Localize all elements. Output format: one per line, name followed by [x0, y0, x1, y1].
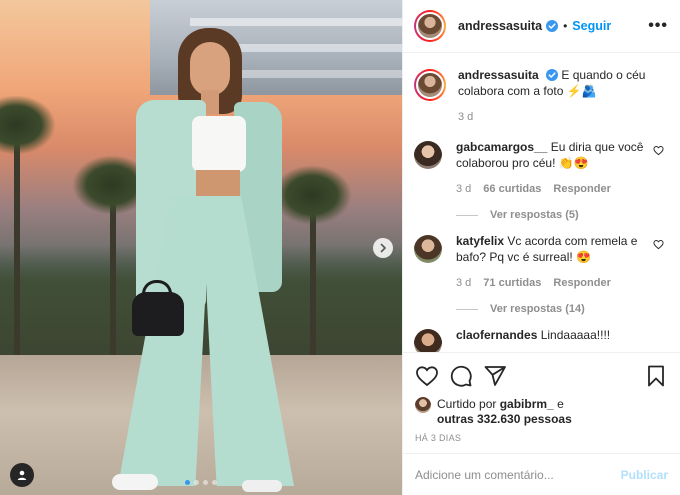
liked-prefix: Curtido por [437, 397, 497, 411]
tagged-users-button[interactable] [10, 463, 34, 487]
caption-time[interactable]: 3 d [458, 109, 473, 125]
verified-badge-icon [546, 20, 559, 32]
comment-username[interactable]: gabcamargos__ [456, 140, 547, 154]
liked-by: Curtido por gabibrm_ e outras 332.630 pe… [415, 397, 668, 427]
author-avatar[interactable] [414, 10, 446, 42]
post-date[interactable]: HÁ 3 DIAS [415, 433, 668, 443]
comment-icon[interactable] [449, 364, 473, 388]
carousel-dot [212, 480, 217, 485]
header-separator: • [563, 19, 568, 33]
handbag [132, 292, 184, 336]
palm-tree [272, 165, 352, 375]
reply-button[interactable]: Responder [553, 181, 610, 197]
share-icon[interactable] [483, 364, 507, 388]
post-actions: Curtido por gabibrm_ e outras 332.630 pe… [403, 352, 680, 495]
liked-and: e [557, 397, 564, 411]
comment: katyfelix Vc acorda com remela e bafo? P… [414, 233, 664, 291]
verified-badge-icon [546, 69, 559, 81]
save-bookmark-icon[interactable] [644, 364, 668, 388]
caption: andressasuita E quando o céu colabora co… [414, 67, 664, 125]
publish-button[interactable]: Publicar [621, 468, 668, 482]
view-replies-label: Ver respostas (5) [490, 209, 579, 221]
carousel-dot [185, 480, 190, 485]
follow-button[interactable]: Seguir [572, 19, 611, 33]
carousel-dot [194, 480, 199, 485]
post-header: andressasuita • Seguir ••• [403, 0, 680, 53]
carousel-next-button[interactable] [373, 238, 393, 258]
author-username[interactable]: andressasuita [458, 19, 542, 33]
caption-username[interactable]: andressasuita [458, 68, 539, 82]
like-heart-icon[interactable] [415, 364, 439, 388]
carousel-indicator [185, 480, 217, 485]
view-replies-button[interactable]: Ver respostas (14) [456, 303, 664, 315]
heart-icon[interactable] [653, 145, 664, 156]
comment-username[interactable]: katyfelix [456, 234, 504, 248]
add-comment-bar: Publicar [403, 453, 680, 495]
view-replies-label: Ver respostas (14) [490, 303, 585, 315]
heart-icon[interactable] [653, 239, 664, 250]
model-figure [110, 28, 300, 493]
comment-likes[interactable]: 66 curtidas [483, 181, 541, 197]
comment-avatar[interactable] [414, 235, 442, 263]
liked-user[interactable]: gabibrm_ [500, 397, 554, 411]
comment-username[interactable]: claofernandes [456, 328, 537, 342]
comment-time[interactable]: 3 d [456, 275, 471, 291]
liker-avatar[interactable] [415, 397, 431, 413]
post-photo[interactable] [0, 0, 402, 495]
comment: claofernandes Lindaaaaa!!!! [414, 327, 664, 352]
comment-avatar[interactable] [414, 329, 442, 352]
instagram-post: andressasuita • Seguir ••• andressasuita [0, 0, 680, 495]
comment-likes[interactable]: 71 curtidas [483, 275, 541, 291]
comment: gabcamargos__ Eu diria que você colaboro… [414, 139, 664, 197]
chevron-right-icon [380, 243, 386, 253]
comment-time[interactable]: 3 d [456, 181, 471, 197]
palm-tree [0, 95, 56, 375]
liked-others[interactable]: outras 332.630 pessoas [437, 412, 572, 426]
view-replies-button[interactable]: Ver respostas (5) [456, 209, 664, 221]
caption-avatar[interactable] [414, 69, 446, 101]
more-options-button[interactable]: ••• [648, 17, 668, 35]
reply-button[interactable]: Responder [553, 275, 610, 291]
comments-list[interactable]: andressasuita E quando o céu colabora co… [403, 53, 680, 352]
comment-input[interactable] [415, 467, 621, 482]
comment-avatar[interactable] [414, 141, 442, 169]
carousel-dot [203, 480, 208, 485]
user-icon [17, 470, 27, 480]
comment-text: Lindaaaaa!!!! [540, 328, 611, 342]
post-sidebar: andressasuita • Seguir ••• andressasuita [402, 0, 680, 495]
